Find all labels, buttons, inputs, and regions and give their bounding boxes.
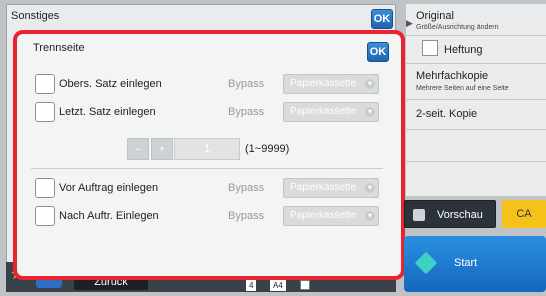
dialog-ok-button[interactable]: OK [367,42,389,62]
empty-option [406,130,546,162]
preview-label: Vorschau [437,209,483,221]
tray-select[interactable]: Papierkassette ▾ [283,178,379,198]
original-option[interactable]: ▶ Original Größe/Ausrichtung ändern [406,4,546,36]
paper-count: 4 [246,280,257,291]
start-label: Start [454,257,478,269]
row-label: Vor Auftrag einlegen [59,182,159,194]
tray-label: Papierkassette [290,78,357,89]
outer-ok-button[interactable]: OK [371,9,393,29]
bypass-label[interactable]: Bypass [228,106,264,118]
checkbox-last-set[interactable] [35,102,55,122]
checkbox-first-set[interactable] [35,74,55,94]
checkbox-after-job[interactable] [35,206,55,226]
bypass-label[interactable]: Bypass [228,78,264,90]
chevron-down-icon: ▾ [365,183,375,193]
multicopy-subtitle: Mehrere Seiten auf eine Seite [416,85,509,92]
original-subtitle: Größe/Ausrichtung ändern [416,24,499,31]
start-icon [414,251,438,275]
dialog-title: Trennseite [33,42,85,54]
clear-all-button[interactable]: CA [502,200,546,228]
expand-arrow-icon: ▶ [406,18,413,28]
divider [31,168,383,169]
chevron-down-icon: ▾ [365,79,375,89]
duplex-option[interactable]: 2-seit. Kopie [406,100,546,130]
row-label: Obers. Satz einlegen [59,78,162,90]
separator-page-dialog: Trennseite OK Obers. Satz einlegen Bypas… [13,30,405,280]
preview-button[interactable]: Vorschau [404,200,496,228]
checkbox-before-job[interactable] [35,178,55,198]
multicopy-title: Mehrfachkopie [416,70,489,82]
start-button[interactable]: Start [404,236,546,292]
preview-icon [413,209,425,221]
tray-label: Papierkassette [290,210,357,221]
tray-select[interactable]: Papierkassette ▾ [283,102,379,122]
right-panel: ▶ Original Größe/Ausrichtung ändern Heft… [406,4,546,196]
duplex-label: 2-seit. Kopie [416,108,478,120]
bypass-label[interactable]: Bypass [228,182,264,194]
tray-label: Papierkassette [290,182,357,193]
multicopy-option[interactable]: Mehrfachkopie Mehrere Seiten auf eine Se… [406,64,546,100]
chevron-down-icon: ▾ [365,211,375,221]
row-label: Letzt. Satz einlegen [59,106,156,118]
chevron-down-icon: ▾ [365,107,375,117]
row-before-job: Vor Auftrag einlegen Bypass Papierkasset… [17,176,401,200]
original-title: Original [416,10,454,22]
paper-size: A4 [270,280,286,291]
staple-label: Heftung [444,44,483,56]
paper-tray-icon [300,280,310,290]
count-input[interactable]: 1 [174,138,240,160]
range-label: (1~9999) [245,143,290,155]
row-after-job: Nach Auftr. Einlegen Bypass Papierkasset… [17,204,401,228]
staple-checkbox[interactable] [422,40,438,56]
tray-select[interactable]: Papierkassette ▾ [283,206,379,226]
row-label: Nach Auftr. Einlegen [59,210,159,222]
tray-select[interactable]: Papierkassette ▾ [283,74,379,94]
row-last-set: Letzt. Satz einlegen Bypass Papierkasset… [17,100,401,124]
decrement-button[interactable]: – [127,138,149,160]
row-first-set: Obers. Satz einlegen Bypass Papierkasset… [17,72,401,96]
staple-option[interactable]: Heftung [406,36,546,64]
outer-title: Sonstiges [11,10,60,22]
empty-option [406,162,546,196]
bypass-label[interactable]: Bypass [228,210,264,222]
tray-label: Papierkassette [290,106,357,117]
increment-button[interactable]: + [151,138,173,160]
